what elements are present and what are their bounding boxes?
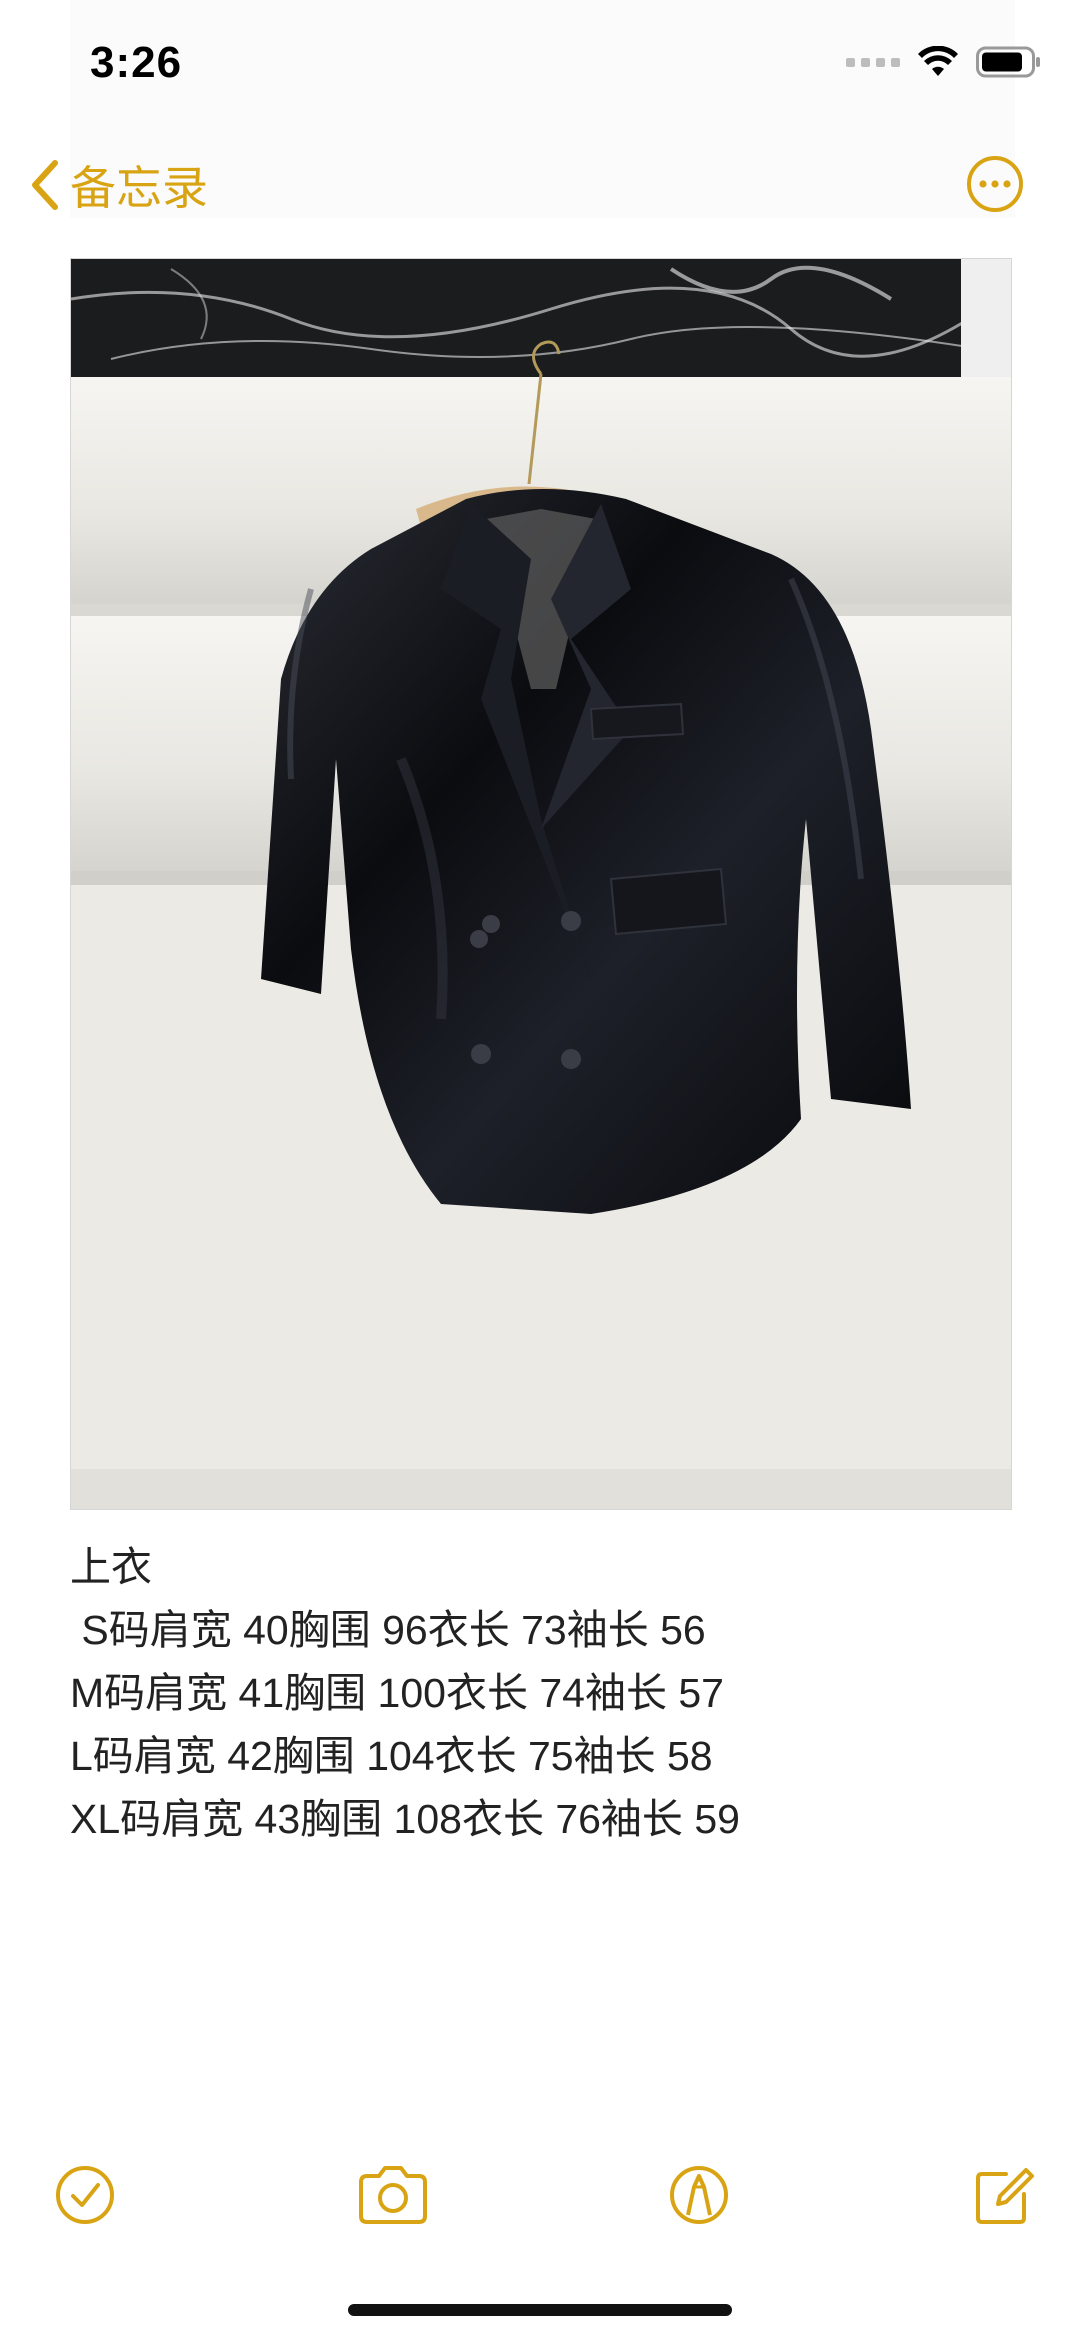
navigation-bar: 备忘录 (0, 140, 1080, 230)
markup-icon[interactable] (664, 2160, 734, 2230)
note-line-size-m: M码肩宽 41胸围 100衣长 74袖长 57 (70, 1670, 724, 1716)
compose-icon[interactable] (968, 2160, 1038, 2230)
chevron-left-icon (32, 160, 58, 210)
wifi-icon (918, 46, 958, 76)
bottom-toolbar (0, 2150, 1080, 2240)
note-body[interactable]: 上衣 S码肩宽 40胸围 96衣长 73袖长 56 M码肩宽 41胸围 100衣… (70, 1536, 1010, 1851)
ellipsis-circle-icon[interactable] (965, 154, 1025, 214)
note-line-size-xl: XL码肩宽 43胸围 108衣长 76袖长 59 (70, 1796, 740, 1842)
note-photo[interactable] (70, 258, 1012, 1510)
home-indicator[interactable] (348, 2304, 732, 2316)
back-button[interactable]: 备忘录 (30, 152, 208, 218)
status-icons (846, 46, 1042, 78)
status-bar: 3:26 (0, 0, 1080, 130)
cellular-signal-icon (846, 57, 900, 67)
status-time: 3:26 (90, 38, 183, 87)
battery-icon (976, 46, 1040, 78)
note-line-size-s: S码肩宽 40胸围 96衣长 73袖长 56 (70, 1607, 706, 1653)
note-line-title: 上衣 (70, 1544, 152, 1590)
camera-icon[interactable] (355, 2160, 431, 2230)
note-line-size-l: L码肩宽 42胸围 104衣长 75袖长 58 (70, 1733, 713, 1779)
back-label: 备忘录 (70, 162, 208, 214)
blazer-photo-image (71, 259, 1011, 1509)
checklist-icon[interactable] (50, 2160, 120, 2230)
